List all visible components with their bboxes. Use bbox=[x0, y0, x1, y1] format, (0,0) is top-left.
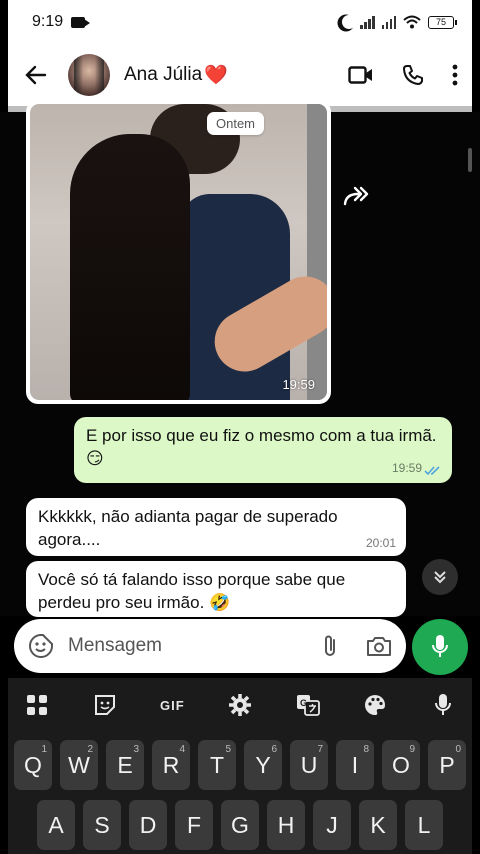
key-f[interactable]: F bbox=[175, 800, 213, 850]
signal-icon-1 bbox=[360, 15, 375, 29]
settings-icon[interactable] bbox=[225, 690, 255, 720]
key-q[interactable]: Q1 bbox=[14, 740, 52, 790]
key-r[interactable]: R4 bbox=[152, 740, 190, 790]
scroll-to-bottom-button[interactable] bbox=[422, 559, 458, 595]
key-t[interactable]: T5 bbox=[198, 740, 236, 790]
composer-actions bbox=[322, 633, 392, 659]
message-time: 19:59 bbox=[391, 461, 422, 476]
chat-scrollbar[interactable] bbox=[468, 148, 472, 172]
forward-icon[interactable] bbox=[340, 182, 372, 210]
screen: 9:19 75 Ana Júlia ❤️ 19:59 Ontem E por i… bbox=[0, 0, 480, 854]
contact-name[interactable]: Ana Júlia ❤️ bbox=[124, 63, 228, 87]
keyboard-toolbar: GIF G bbox=[8, 678, 472, 732]
status-icons: 75 bbox=[339, 15, 457, 29]
screen-record-icon bbox=[71, 16, 91, 28]
message-text: Você só tá falando isso porque sabe que … bbox=[38, 570, 346, 612]
double-chevron-down-icon bbox=[434, 571, 446, 584]
incoming-message[interactable]: Você só tá falando isso porque sabe que … bbox=[26, 561, 406, 617]
palette-icon[interactable] bbox=[360, 690, 390, 720]
message-time: 19:59 bbox=[282, 377, 315, 392]
do-not-disturb-icon bbox=[342, 15, 356, 29]
battery-icon: 75 bbox=[428, 15, 457, 29]
sticker-icon[interactable] bbox=[90, 690, 120, 720]
message-input[interactable]: Mensagem bbox=[68, 635, 322, 657]
svg-text:G: G bbox=[300, 698, 307, 708]
key-e[interactable]: E3 bbox=[106, 740, 144, 790]
signal-icon-2 bbox=[381, 15, 396, 29]
phone-icon[interactable] bbox=[402, 64, 424, 86]
key-g[interactable]: G bbox=[221, 800, 259, 850]
key-h[interactable]: H bbox=[267, 800, 305, 850]
gif-button[interactable]: GIF bbox=[157, 690, 187, 720]
message-time: 20:01 bbox=[365, 536, 396, 551]
key-o[interactable]: O9 bbox=[382, 740, 420, 790]
read-receipt-icon bbox=[424, 466, 440, 476]
back-arrow-icon[interactable] bbox=[22, 61, 50, 89]
keyboard-mic-icon[interactable] bbox=[428, 690, 458, 720]
key-a[interactable]: A bbox=[37, 800, 75, 850]
key-s[interactable]: S bbox=[83, 800, 121, 850]
key-u[interactable]: U7 bbox=[290, 740, 328, 790]
wifi-icon bbox=[403, 15, 421, 29]
voice-record-button[interactable] bbox=[412, 619, 468, 675]
key-d[interactable]: D bbox=[129, 800, 167, 850]
status-time: 9:19 bbox=[32, 13, 64, 30]
chat-header: Ana Júlia ❤️ bbox=[8, 44, 472, 106]
header-actions bbox=[348, 64, 458, 86]
image-message[interactable]: 19:59 bbox=[26, 100, 331, 404]
key-j[interactable]: J bbox=[313, 800, 351, 850]
contact-name-text: Ana Júlia bbox=[124, 64, 203, 85]
heart-emoji: ❤️ bbox=[204, 65, 228, 86]
attach-icon[interactable] bbox=[322, 633, 338, 659]
message-text: Kkkkkk, não adianta pagar de superado ag… bbox=[38, 507, 338, 549]
key-l[interactable]: L bbox=[405, 800, 443, 850]
date-chip: Ontem bbox=[207, 112, 265, 135]
key-p[interactable]: P0 bbox=[428, 740, 466, 790]
photo[interactable]: 19:59 bbox=[30, 104, 327, 400]
translate-icon[interactable]: G bbox=[293, 690, 323, 720]
emoji-sticker-icon[interactable] bbox=[28, 633, 54, 659]
video-call-icon[interactable] bbox=[348, 66, 374, 84]
apps-icon[interactable] bbox=[22, 690, 52, 720]
more-vert-icon[interactable] bbox=[452, 64, 458, 86]
message-text: E por isso que eu fiz o mesmo com a tua … bbox=[86, 426, 437, 445]
key-i[interactable]: I8 bbox=[336, 740, 374, 790]
key-w[interactable]: W2 bbox=[60, 740, 98, 790]
laughing-emoji: 🤣 bbox=[209, 592, 231, 612]
key-k[interactable]: K bbox=[359, 800, 397, 850]
outgoing-message[interactable]: E por isso que eu fiz o mesmo com a tua … bbox=[74, 417, 452, 483]
key-y[interactable]: Y6 bbox=[244, 740, 282, 790]
status-bar: 9:19 75 bbox=[8, 0, 472, 44]
camera-icon[interactable] bbox=[366, 635, 392, 657]
keyboard-keys: Q1 W2 E3 R4 T5 Y6 U7 I8 O9 P0 A S D F G … bbox=[8, 732, 472, 854]
mic-icon bbox=[432, 635, 448, 657]
smirk-emoji: 😏 bbox=[86, 448, 104, 468]
incoming-message[interactable]: Kkkkkk, não adianta pagar de superado ag… bbox=[26, 498, 406, 556]
message-composer: Mensagem bbox=[14, 619, 406, 673]
avatar[interactable] bbox=[68, 54, 110, 96]
